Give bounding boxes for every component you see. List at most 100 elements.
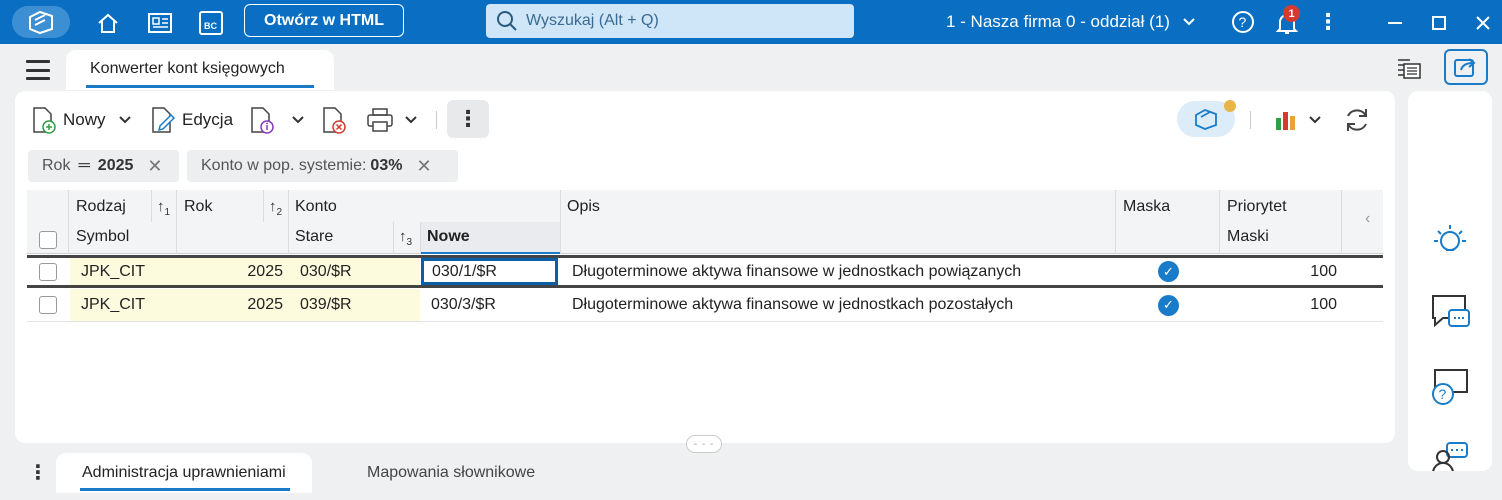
edit-label: Edycja bbox=[182, 110, 234, 129]
select-all-checkbox[interactable] bbox=[39, 231, 57, 249]
new-doc-icon bbox=[33, 107, 56, 134]
filter-chip-year[interactable]: Rok ═ 2025 ✕ bbox=[28, 150, 179, 182]
panel-resize-handle[interactable]: - - - bbox=[686, 435, 722, 453]
tab-label: Mapowania słownikowe bbox=[367, 464, 536, 481]
filter-label: Rok bbox=[42, 157, 71, 174]
header-opis[interactable]: Opis bbox=[567, 198, 600, 216]
minimize-icon[interactable] bbox=[1382, 10, 1408, 36]
header-stare[interactable]: Stare bbox=[295, 228, 333, 246]
lightbulb-icon[interactable] bbox=[1428, 217, 1472, 261]
edit-button[interactable]: Edycja bbox=[150, 105, 233, 135]
support-icon[interactable] bbox=[1428, 437, 1472, 471]
header-maska[interactable]: Maska bbox=[1123, 198, 1170, 216]
table-row[interactable]: JPK_CIT 2025 030/$R 030/1/$R Długotermin… bbox=[27, 255, 1383, 288]
chevron-down-icon bbox=[292, 116, 304, 124]
cell-symbol: JPK_CIT bbox=[81, 296, 146, 313]
chart-button[interactable] bbox=[1274, 105, 1322, 135]
header-symbol[interactable]: Symbol bbox=[76, 228, 129, 246]
sort-asc-icon[interactable]: ↑3 bbox=[399, 228, 412, 248]
maximize-icon[interactable] bbox=[1426, 10, 1452, 36]
chevron-down-icon bbox=[1309, 116, 1321, 124]
filter-value: 03% bbox=[370, 157, 403, 174]
toolbar: Nowy Edycja ⋮ bbox=[15, 91, 1395, 149]
cell-rok: 2025 bbox=[247, 262, 283, 280]
row-checkbox[interactable] bbox=[39, 296, 57, 314]
filter-chip-account[interactable]: Konto w pop. systemie: 03% ✕ bbox=[187, 150, 458, 182]
open-html-button[interactable]: Otwórz w HTML bbox=[244, 4, 404, 37]
header-konto[interactable]: Konto bbox=[295, 198, 337, 216]
help-icon[interactable]: ? bbox=[1230, 9, 1256, 35]
filter-value: 2025 bbox=[97, 157, 134, 174]
info-doc-icon bbox=[251, 107, 274, 134]
data-grid: Rodzaj ↑1 Symbol Rok ↑2 Konto Stare ↑3 N… bbox=[27, 190, 1383, 390]
hamburger-menu-icon[interactable] bbox=[26, 60, 50, 80]
document-icon[interactable] bbox=[145, 10, 175, 36]
view-icon bbox=[1195, 109, 1217, 130]
close-icon[interactable] bbox=[1470, 10, 1496, 36]
cell-priorytet: 100 bbox=[1310, 262, 1337, 280]
print-icon bbox=[367, 108, 393, 132]
header-priorytet[interactable]: Priorytet bbox=[1227, 198, 1287, 216]
share-icon bbox=[1454, 58, 1476, 77]
check-icon: ✓ bbox=[1158, 261, 1179, 282]
sort-asc-icon[interactable]: ↑1 bbox=[157, 198, 170, 218]
title-bar: BC Otwórz w HTML Wyszukaj (Alt + Q) 1 - … bbox=[0, 0, 1502, 44]
header-maski[interactable]: Maski bbox=[1227, 228, 1269, 246]
list-icon[interactable] bbox=[1396, 56, 1424, 82]
check-icon: ✓ bbox=[1158, 294, 1179, 316]
cell-nowe[interactable]: 030/3/$R bbox=[431, 289, 496, 321]
refresh-button[interactable] bbox=[1342, 105, 1372, 135]
new-label: Nowy bbox=[63, 110, 106, 129]
grid-header: Rodzaj ↑1 Symbol Rok ↑2 Konto Stare ↑3 N… bbox=[27, 190, 1383, 254]
kebab-icon[interactable]: ⋮ bbox=[1317, 9, 1339, 35]
info-button[interactable] bbox=[249, 105, 305, 135]
share-button[interactable] bbox=[1444, 49, 1488, 85]
notification-badge: 1 bbox=[1283, 5, 1300, 22]
table-row[interactable]: JPK_CIT 2025 039/$R 030/3/$R Długotermin… bbox=[27, 289, 1383, 322]
row-checkbox[interactable] bbox=[39, 262, 57, 281]
view-indicator-dot bbox=[1224, 100, 1236, 112]
chevron-down-icon bbox=[405, 116, 417, 124]
svg-text:?: ? bbox=[1439, 386, 1447, 402]
tab-mapowania[interactable]: Mapowania słownikowe bbox=[341, 453, 561, 493]
header-rodzaj[interactable]: Rodzaj bbox=[76, 198, 126, 216]
cell-rok: 2025 bbox=[247, 296, 283, 313]
logo-icon[interactable] bbox=[12, 6, 70, 38]
close-icon[interactable]: ✕ bbox=[147, 156, 162, 177]
svg-text:?: ? bbox=[1239, 14, 1247, 30]
delete-button[interactable] bbox=[321, 105, 347, 135]
home-icon[interactable] bbox=[94, 10, 122, 36]
bc-icon[interactable]: BC bbox=[197, 9, 225, 37]
filter-operator: ═ bbox=[78, 157, 90, 174]
page-title: Konwerter kont księgowych bbox=[90, 60, 285, 77]
new-button[interactable]: Nowy bbox=[31, 105, 132, 135]
cell-symbol: JPK_CIT bbox=[81, 262, 146, 280]
chevron-down-icon bbox=[1183, 18, 1195, 26]
chevron-left-icon[interactable]: ‹ bbox=[1365, 210, 1370, 228]
help-chat-icon[interactable]: ? bbox=[1428, 363, 1472, 407]
cell-opis: Długoterminowe aktywa finansowe w jednos… bbox=[572, 262, 1022, 280]
more-actions-button[interactable]: ⋮ bbox=[447, 100, 489, 138]
side-panel: ? bbox=[1408, 91, 1492, 471]
filter-label: Konto w pop. systemie: bbox=[201, 157, 367, 174]
cell-nowe[interactable]: 030/1/$R bbox=[421, 258, 558, 285]
delete-doc-icon bbox=[323, 107, 346, 134]
tab-administracja[interactable]: Administracja uprawnieniami bbox=[56, 453, 312, 493]
tab-label: Administracja uprawnieniami bbox=[82, 464, 286, 481]
search-icon bbox=[497, 11, 517, 31]
page-tab[interactable]: Konwerter kont księgowych bbox=[66, 50, 334, 90]
company-name: 1 - Nasza firma 0 - oddział (1) bbox=[946, 12, 1170, 31]
cell-stare: 030/$R bbox=[300, 262, 352, 280]
company-selector[interactable]: 1 - Nasza firma 0 - oddział (1) bbox=[946, 8, 1196, 36]
cell-opis: Długoterminowe aktywa finansowe w jednos… bbox=[572, 296, 1014, 313]
kebab-icon[interactable]: ⋮ bbox=[28, 460, 48, 485]
header-rok[interactable]: Rok bbox=[184, 198, 212, 216]
chevron-down-icon bbox=[118, 116, 131, 124]
cell-priorytet: 100 bbox=[1310, 296, 1337, 313]
header-nowe[interactable]: Nowe bbox=[427, 228, 470, 246]
close-icon[interactable]: ✕ bbox=[416, 156, 431, 177]
print-button[interactable] bbox=[366, 105, 418, 135]
sort-asc-icon[interactable]: ↑2 bbox=[269, 198, 282, 218]
search-input[interactable]: Wyszukaj (Alt + Q) bbox=[486, 4, 854, 38]
chat-icon[interactable] bbox=[1428, 289, 1472, 333]
